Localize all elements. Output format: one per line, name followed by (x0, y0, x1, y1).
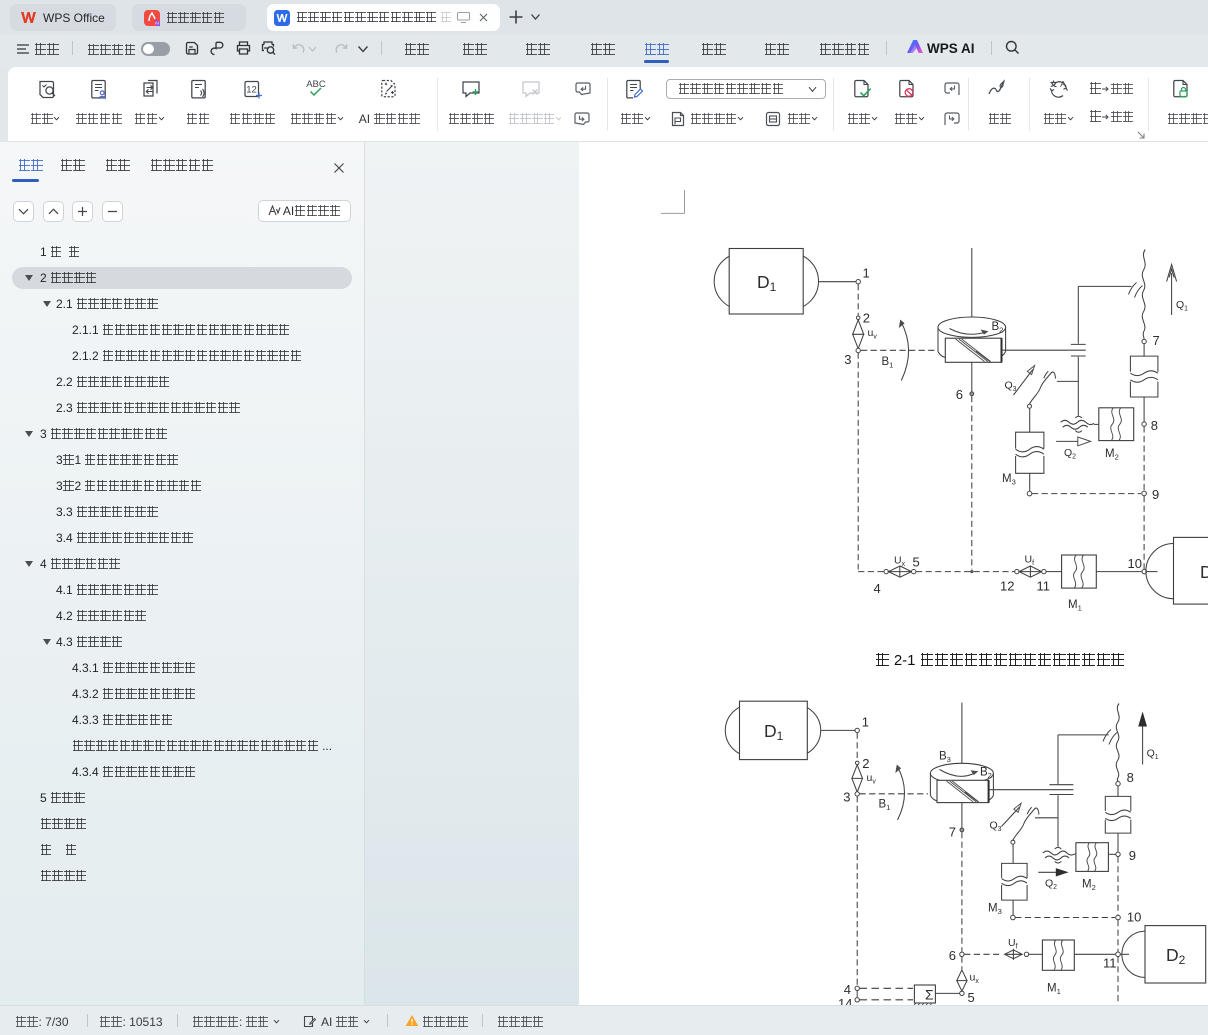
svg-text:8: 8 (1127, 770, 1134, 785)
svg-text:5: 5 (913, 555, 920, 570)
svg-text:AI: AI (155, 20, 159, 25)
svg-text:11: 11 (1103, 956, 1117, 971)
svg-text:B1: B1 (879, 799, 891, 813)
svg-text:Σ: Σ (925, 987, 934, 1003)
svg-text:6: 6 (956, 387, 963, 402)
svg-text:Ux: Ux (894, 555, 906, 569)
svg-text:2: 2 (862, 756, 869, 771)
svg-text:10: 10 (1128, 556, 1142, 571)
svg-text:A: A (1060, 79, 1066, 89)
svg-text:ABC: ABC (306, 79, 326, 90)
svg-text:12: 12 (1000, 579, 1014, 594)
svg-text:4: 4 (844, 982, 851, 997)
svg-text:7: 7 (1153, 333, 1160, 348)
svg-text:1: 1 (863, 266, 870, 281)
svg-text:ux: ux (970, 972, 980, 986)
svg-text:3: 3 (844, 352, 851, 367)
svg-text:Uf: Uf (1008, 937, 1018, 951)
svg-text:3: 3 (843, 790, 850, 805)
svg-text:9: 9 (1152, 487, 1159, 502)
svg-text:Q2: Q2 (1045, 878, 1057, 892)
svg-text:D2: D2 (1200, 562, 1208, 584)
svg-text:M2: M2 (1105, 448, 1119, 462)
svg-text:B1: B1 (882, 356, 894, 370)
svg-text:Q3: Q3 (1005, 380, 1017, 394)
svg-text:M1: M1 (1047, 983, 1061, 997)
svg-text:B3: B3 (939, 751, 951, 765)
svg-text:14: 14 (838, 996, 852, 1005)
svg-text:9: 9 (1129, 848, 1136, 863)
svg-text:M3: M3 (1002, 473, 1016, 487)
svg-text:uv: uv (868, 327, 878, 341)
svg-text:uv: uv (867, 772, 877, 786)
svg-text:M2: M2 (1082, 879, 1096, 893)
svg-text:Uf: Uf (1025, 554, 1035, 568)
svg-text:2: 2 (863, 311, 870, 326)
svg-text:4: 4 (874, 581, 881, 596)
svg-text:11: 11 (1037, 579, 1051, 594)
svg-text:1: 1 (862, 715, 869, 730)
svg-text:12: 12 (246, 85, 257, 96)
svg-text:M1: M1 (1068, 599, 1082, 613)
svg-text:Q3: Q3 (990, 820, 1002, 834)
svg-text:M3: M3 (988, 903, 1002, 917)
svg-text:Q1: Q1 (1147, 748, 1159, 762)
svg-text:6: 6 (949, 948, 956, 963)
svg-text:7: 7 (949, 825, 956, 840)
svg-text:Q2: Q2 (1064, 447, 1076, 461)
svg-text:5: 5 (968, 990, 975, 1005)
svg-text:10: 10 (1127, 910, 1141, 925)
svg-text:Q1: Q1 (1176, 299, 1188, 313)
svg-text:8: 8 (1151, 418, 1158, 433)
